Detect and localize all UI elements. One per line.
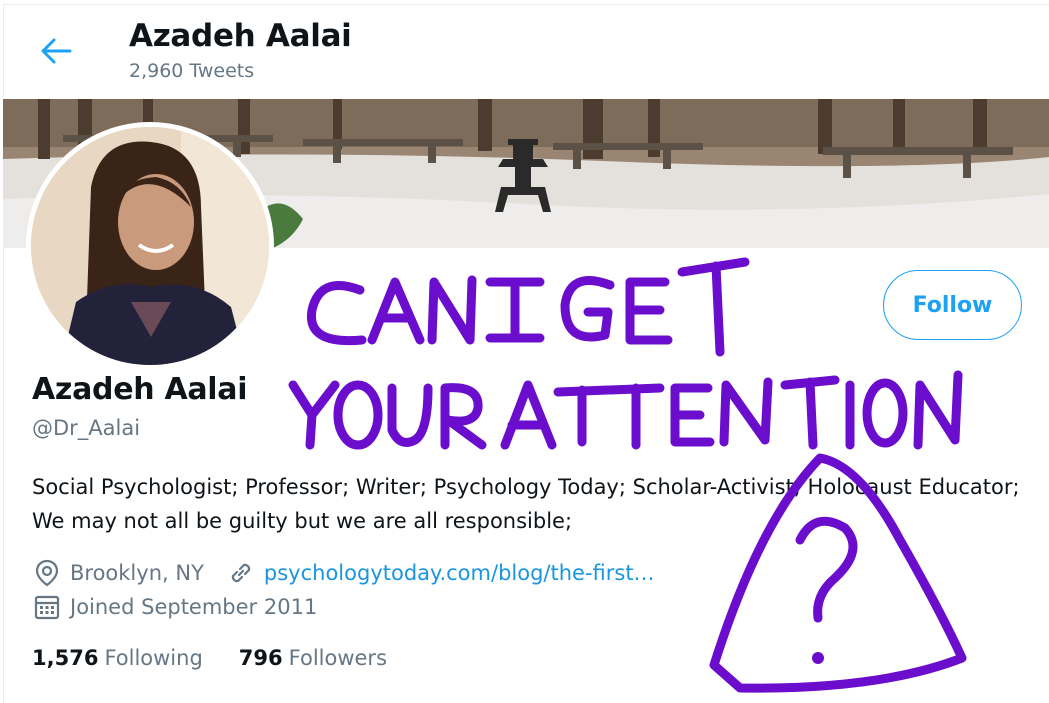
profile-name: Azadeh Aalai (32, 372, 248, 407)
back-arrow-icon (41, 38, 72, 64)
profile-handle: @Dr_Aalai (32, 416, 141, 440)
back-button[interactable] (36, 33, 76, 69)
avatar[interactable] (26, 122, 274, 370)
following-count: 1,576 (32, 646, 99, 670)
header-title: Azadeh Aalai (129, 18, 352, 54)
followers-count: 796 (238, 646, 283, 670)
following-label: Following (104, 646, 203, 670)
location-pin-icon (32, 558, 62, 588)
follow-button[interactable]: Follow (883, 270, 1022, 340)
follow-stats: 1,576 Following 796 Followers (32, 646, 423, 670)
profile-bio: Social Psychologist; Professor; Writer; … (32, 475, 1020, 533)
link-icon (226, 558, 256, 588)
avatar-image (31, 127, 269, 365)
website-link[interactable]: psychologytoday.com/blog/the-first… (264, 561, 655, 585)
profile-meta-location-website: Brooklyn, NY psychologytoday.com/blog/th… (32, 558, 655, 588)
calendar-icon (32, 592, 62, 622)
tweet-count: 2,960 Tweets (129, 60, 255, 82)
following-link[interactable]: 1,576 Following (32, 646, 203, 670)
joined-date: Joined September 2011 (70, 595, 318, 619)
followers-label: Followers (288, 646, 388, 670)
location-text: Brooklyn, NY (70, 561, 204, 585)
profile-meta-joined: Joined September 2011 (32, 592, 317, 622)
followers-link[interactable]: 796 Followers (239, 646, 387, 670)
